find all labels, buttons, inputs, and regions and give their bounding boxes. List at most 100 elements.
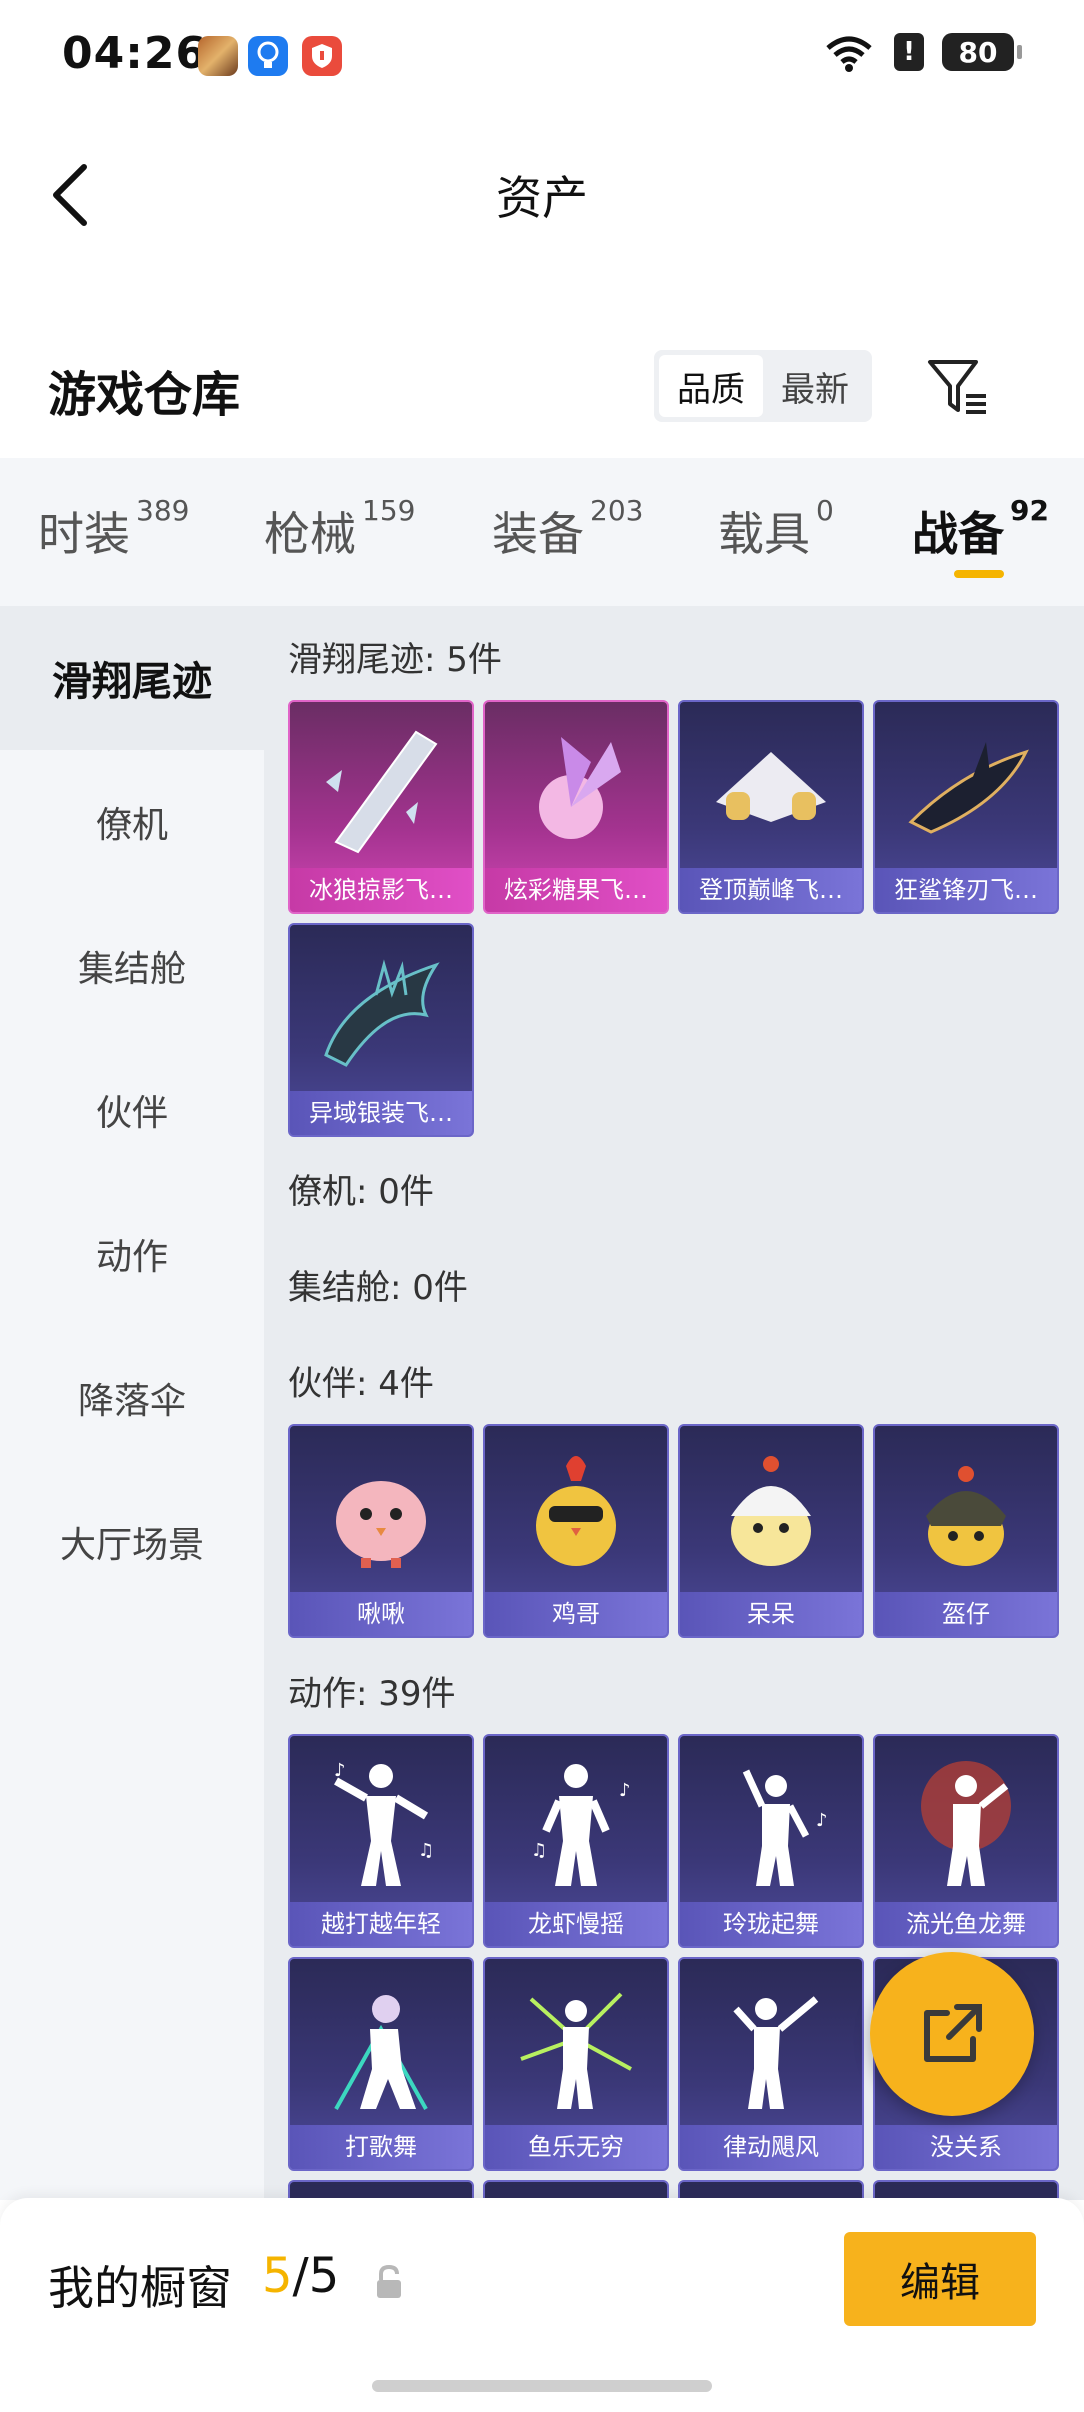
side-item-glide-trail[interactable]: 滑翔尾迹 bbox=[0, 606, 264, 750]
helmet-chick-icon bbox=[875, 1426, 1057, 1596]
section-title: 游戏仓库 bbox=[48, 367, 241, 423]
battery-icon: 80 bbox=[942, 33, 1022, 71]
svg-text:♫: ♫ bbox=[531, 1840, 547, 1861]
group-label-pod: 集结舱: 0件 bbox=[288, 1268, 468, 1308]
page-title: 资产 bbox=[496, 171, 588, 225]
dancer-icon bbox=[290, 1959, 472, 2129]
item-card[interactable]: 登顶巅峰飞… bbox=[678, 700, 864, 914]
item-card[interactable]: ♪ ♫ 龙虾慢摇 bbox=[483, 1734, 669, 1948]
active-tab-indicator bbox=[954, 570, 1004, 578]
showcase-count: 5/5 bbox=[262, 2248, 340, 2304]
side-item-partner[interactable]: 伙伴 bbox=[0, 1038, 264, 1182]
side-nav: 滑翔尾迹 僚机 集结舱 伙伴 动作 降落伞 大厅场景 bbox=[0, 606, 264, 2200]
lightbulb-app-icon bbox=[248, 36, 288, 76]
dancer-icon: ♪ bbox=[680, 1736, 862, 1906]
group-label-wingman: 僚机: 0件 bbox=[288, 1172, 434, 1212]
wifi-icon bbox=[826, 36, 872, 72]
item-card[interactable]: 打歌舞 bbox=[288, 1957, 474, 2171]
item-card[interactable] bbox=[483, 2180, 669, 2200]
item-name: 登顶巅峰飞… bbox=[680, 868, 862, 912]
chicken-bro-icon bbox=[485, 1426, 667, 1596]
home-indicator[interactable] bbox=[372, 2380, 712, 2392]
svg-text:♪: ♪ bbox=[816, 1810, 828, 1831]
dancer-icon bbox=[680, 1959, 862, 2129]
dancer-icon: ♪ ♫ bbox=[290, 1736, 472, 1906]
item-name: 律动飓风 bbox=[680, 2125, 862, 2169]
item-name: 没关系 bbox=[875, 2125, 1057, 2169]
item-card[interactable]: 盔仔 bbox=[873, 1424, 1059, 1638]
dancer-icon bbox=[875, 1736, 1057, 1906]
item-card[interactable] bbox=[678, 2180, 864, 2200]
tab-gear[interactable]: 战备 92 bbox=[912, 494, 1049, 564]
sort-quality-button[interactable]: 品质 bbox=[659, 355, 763, 417]
item-card[interactable] bbox=[288, 2180, 474, 2200]
tab-guns[interactable]: 枪械 159 bbox=[264, 494, 415, 564]
pink-chick-icon bbox=[290, 1426, 472, 1596]
item-name: 鸡哥 bbox=[485, 1592, 667, 1636]
tab-vehicles[interactable]: 载具 0 bbox=[718, 494, 834, 564]
game-app-icon bbox=[198, 36, 238, 76]
item-card[interactable]: 啾啾 bbox=[288, 1424, 474, 1638]
svg-text:♫: ♫ bbox=[418, 1840, 434, 1861]
edit-button[interactable]: 编辑 bbox=[844, 2232, 1036, 2326]
item-card[interactable]: 狂鲨锋刃飞… bbox=[873, 700, 1059, 914]
item-name: 异域银装飞… bbox=[290, 1091, 472, 1135]
dancer-icon: ♪ ♫ bbox=[485, 1736, 667, 1906]
group-label-glide: 滑翔尾迹: 5件 bbox=[288, 640, 502, 680]
showcase-label: 我的橱窗 bbox=[48, 2261, 232, 2315]
item-card[interactable]: 鱼乐无穷 bbox=[483, 1957, 669, 2171]
item-name: 冰狼掠影飞… bbox=[290, 868, 472, 912]
egg-chick-icon bbox=[680, 1426, 862, 1596]
filter-icon[interactable] bbox=[924, 354, 990, 420]
group-label-emote: 动作: 39件 bbox=[288, 1674, 456, 1714]
svg-text:♪: ♪ bbox=[334, 1760, 346, 1781]
shark-trail-icon bbox=[875, 702, 1057, 872]
group-label-partner: 伙伴: 4件 bbox=[288, 1364, 434, 1404]
item-card[interactable]: 流光鱼龙舞 bbox=[873, 1734, 1059, 1948]
category-tabs: 时装 389 枪械 159 装备 203 载具 0 战备 92 bbox=[0, 458, 1084, 606]
item-name: 打歌舞 bbox=[290, 2125, 472, 2169]
item-name: 越打越年轻 bbox=[290, 1902, 472, 1946]
item-card[interactable]: 炫彩糖果飞… bbox=[483, 700, 669, 914]
dancer-icon bbox=[485, 1959, 667, 2129]
exotic-trail-icon bbox=[290, 925, 472, 1095]
candy-trail-icon bbox=[485, 702, 667, 872]
item-card[interactable]: 律动飓风 bbox=[678, 1957, 864, 2171]
item-name: 鱼乐无穷 bbox=[485, 2125, 667, 2169]
sort-toggle: 品质 最新 bbox=[654, 350, 872, 422]
showcase-bar: 我的橱窗 5/5 编辑 bbox=[0, 2198, 1084, 2412]
item-name: 呆呆 bbox=[680, 1592, 862, 1636]
side-item-wingman[interactable]: 僚机 bbox=[0, 750, 264, 894]
item-card[interactable]: ♪ 玲珑起舞 bbox=[678, 1734, 864, 1948]
alert-icon: ! bbox=[894, 33, 924, 71]
side-item-pod[interactable]: 集结舱 bbox=[0, 894, 264, 1038]
share-icon bbox=[924, 2004, 982, 2062]
item-name: 玲珑起舞 bbox=[680, 1902, 862, 1946]
share-button[interactable] bbox=[870, 1952, 1034, 2116]
side-item-parachute[interactable]: 降落伞 bbox=[0, 1326, 264, 1470]
status-time: 04:26 bbox=[62, 28, 208, 79]
item-card[interactable]: 冰狼掠影飞… bbox=[288, 700, 474, 914]
item-card[interactable]: 异域银装飞… bbox=[288, 923, 474, 1137]
side-item-lobby-scene[interactable]: 大厅场景 bbox=[0, 1470, 264, 1614]
item-name: 流光鱼龙舞 bbox=[875, 1902, 1057, 1946]
item-name: 龙虾慢摇 bbox=[485, 1902, 667, 1946]
item-card[interactable] bbox=[873, 2180, 1059, 2200]
item-name: 啾啾 bbox=[290, 1592, 472, 1636]
tab-fashion[interactable]: 时装 389 bbox=[38, 494, 189, 564]
side-item-emote[interactable]: 动作 bbox=[0, 1182, 264, 1326]
ice-trail-icon bbox=[290, 702, 472, 872]
status-bar: 04:26 ! 80 bbox=[0, 0, 1084, 110]
item-name: 盔仔 bbox=[875, 1592, 1057, 1636]
summit-trail-icon bbox=[680, 702, 862, 872]
shield-app-icon bbox=[302, 36, 342, 76]
lock-icon bbox=[377, 2264, 401, 2298]
tab-equipment[interactable]: 装备 203 bbox=[492, 494, 643, 564]
item-card[interactable]: ♪ ♫ 越打越年轻 bbox=[288, 1734, 474, 1948]
item-name: 炫彩糖果飞… bbox=[485, 868, 667, 912]
item-card[interactable]: 鸡哥 bbox=[483, 1424, 669, 1638]
sort-newest-button[interactable]: 最新 bbox=[763, 355, 867, 417]
item-name: 狂鲨锋刃飞… bbox=[875, 868, 1057, 912]
item-card[interactable]: 呆呆 bbox=[678, 1424, 864, 1638]
svg-text:♪: ♪ bbox=[619, 1780, 631, 1801]
